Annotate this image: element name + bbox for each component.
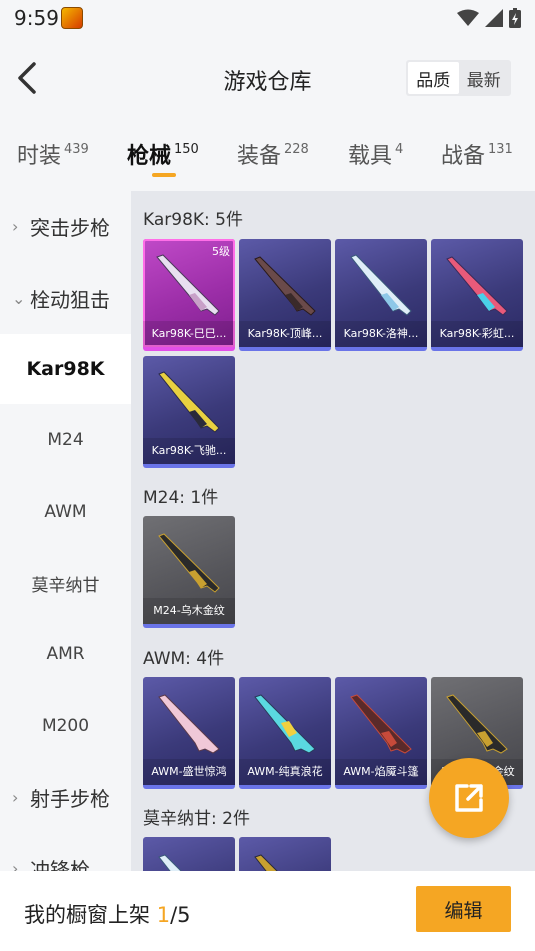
chevron-right-icon: › — [12, 787, 19, 807]
tab-equipment[interactable]: 装备 228 — [237, 138, 309, 170]
rifle-skin-icon — [158, 371, 220, 433]
card-name: Kar98K-顶峰... — [239, 321, 331, 347]
weapon-card[interactable] — [143, 837, 235, 871]
header: 游戏仓库 品质 最新 — [0, 36, 535, 120]
sidebar-item-m200[interactable]: M200 — [0, 691, 131, 761]
share-button[interactable] — [429, 758, 509, 838]
weapon-card[interactable]: Kar98K-洛神... — [335, 239, 427, 351]
status-icons — [457, 8, 521, 28]
tab-supplies[interactable]: 战备 131 — [441, 138, 513, 170]
chevron-right-icon: › — [12, 858, 19, 872]
tab-count: 439 — [64, 142, 89, 157]
card-name: M24-乌木金纹 — [143, 598, 235, 624]
rifle-skin-icon — [158, 694, 220, 754]
sidebar-group-assault-rifle[interactable]: › 突击步枪 — [0, 191, 131, 261]
weapon-category-sidebar: › 突击步枪 ⌄ 栓动狙击 Kar98K M24 AWM 莫辛纳甘 AMR M200… — [0, 191, 131, 871]
card-name: Kar98K-飞驰... — [143, 438, 235, 464]
rifle-skin-icon — [350, 254, 412, 316]
rifle-skin-icon — [158, 533, 220, 593]
chevron-down-icon: ⌄ — [12, 288, 26, 308]
showcase-current: 1 — [156, 903, 171, 927]
sidebar-group-marksman-rifle[interactable]: › 射手步枪 — [0, 762, 131, 832]
tab-count: 4 — [395, 142, 404, 157]
tab-weapons[interactable]: 枪械 150 — [127, 138, 199, 170]
showcase-count: 我的橱窗上架 1/5 — [24, 903, 191, 927]
bottom-bar: 我的橱窗上架 1/5 编辑 — [0, 871, 535, 951]
battery-icon — [509, 8, 521, 28]
status-bar: 9:59 — [0, 0, 535, 36]
weapon-card[interactable]: AWM-纯真浪花 — [239, 677, 331, 789]
active-tab-indicator — [152, 173, 176, 177]
wifi-icon — [457, 9, 479, 26]
tab-count: 131 — [488, 142, 513, 157]
section-title-kar98k: Kar98K: 5件 — [143, 210, 243, 230]
sidebar-group-bolt-sniper[interactable]: ⌄ 栓动狙击 — [0, 263, 131, 333]
weapon-card[interactable]: M24-乌木金纹 — [143, 516, 235, 628]
rifle-skin-icon — [446, 256, 508, 316]
sidebar-item-mosin[interactable]: 莫辛纳甘 — [0, 548, 131, 618]
card-name: Kar98K-巳巳... — [143, 321, 235, 347]
showcase-total: /5 — [170, 903, 191, 927]
tab-count: 150 — [174, 142, 199, 157]
cell-signal-icon — [485, 9, 503, 27]
rifle-skin-icon — [446, 694, 508, 754]
weapon-card[interactable]: Kar98K-飞驰... — [143, 356, 235, 468]
card-name: AWM-纯真浪花 — [239, 759, 331, 785]
category-tabs: 时装 439 枪械 150 装备 228 载具 4 战备 131 — [0, 120, 535, 190]
card-name: Kar98K-洛神... — [335, 321, 427, 347]
sidebar-item-amr[interactable]: AMR — [0, 619, 131, 689]
edit-button[interactable]: 编辑 — [416, 886, 511, 932]
weapon-card[interactable] — [239, 837, 331, 871]
app-notification-icon — [61, 7, 83, 29]
sort-quality-button[interactable]: 品质 — [408, 62, 459, 94]
sort-latest-button[interactable]: 最新 — [459, 62, 510, 94]
rifle-skin-icon — [254, 854, 278, 871]
rifle-skin-icon — [254, 694, 316, 754]
rifle-skin-icon — [254, 256, 316, 316]
weapon-card[interactable]: 5级 Kar98K-巳巳... — [143, 239, 235, 351]
rifle-skin-icon — [350, 694, 412, 754]
tab-count: 228 — [284, 142, 309, 157]
sidebar-item-awm[interactable]: AWM — [0, 477, 131, 547]
tab-costume[interactable]: 时装 439 — [17, 138, 89, 170]
sidebar-item-kar98k[interactable]: Kar98K — [0, 334, 131, 404]
weapon-card[interactable]: AWM-焰魇斗篷 — [335, 677, 427, 789]
rifle-skin-icon — [156, 254, 220, 316]
weapon-card[interactable]: Kar98K-顶峰... — [239, 239, 331, 351]
card-name: Kar98K-彩虹... — [431, 321, 523, 347]
section-title-awm: AWM: 4件 — [143, 649, 225, 669]
rifle-skin-icon — [158, 854, 182, 871]
weapon-card[interactable]: Kar98K-彩虹... — [431, 239, 523, 351]
sort-toggle: 品质 最新 — [406, 60, 511, 96]
tab-vehicles[interactable]: 载具 4 — [348, 138, 403, 170]
chevron-right-icon: › — [12, 216, 19, 236]
weapon-card[interactable]: AWM-盛世惊鸿 — [143, 677, 235, 789]
card-name: AWM-盛世惊鸿 — [143, 759, 235, 785]
card-name: AWM-焰魇斗篷 — [335, 759, 427, 785]
section-title-m24: M24: 1件 — [143, 488, 219, 508]
sidebar-group-smg[interactable]: › 冲锋枪 — [0, 833, 131, 872]
sidebar-item-m24[interactable]: M24 — [0, 405, 131, 475]
status-time: 9:59 — [14, 6, 59, 30]
share-external-icon — [455, 784, 483, 812]
section-title-mosin: 莫辛纳甘: 2件 — [143, 809, 250, 829]
